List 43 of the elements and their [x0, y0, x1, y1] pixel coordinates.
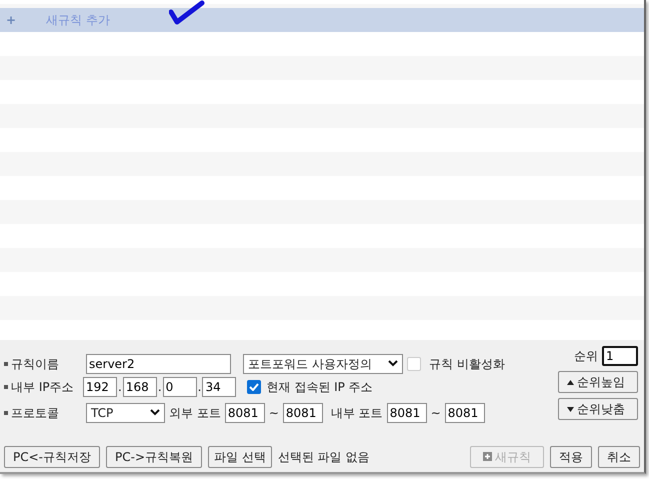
field-label: 내부 포트	[330, 404, 383, 422]
apply-button[interactable]: 적용	[550, 446, 592, 468]
plus-box-icon	[483, 452, 492, 461]
triangle-up-icon	[567, 380, 574, 384]
rule-type-dropdown[interactable]: 포트포워드 사용자정의	[243, 354, 403, 374]
dot-separator: .	[158, 378, 162, 396]
port-field[interactable]: 8081	[386, 402, 427, 422]
ip-octet-field[interactable]: 192	[83, 376, 117, 396]
field-label: 프로토콜	[4, 404, 82, 422]
triangle-down-icon	[567, 406, 574, 412]
tilde-separator: ~	[268, 404, 279, 422]
priority-label: 순위	[574, 348, 598, 365]
file-status: 선택된 파일 없음	[278, 448, 370, 466]
ip-octet-field[interactable]: 0	[162, 376, 197, 396]
field-label: 외부 포트	[169, 404, 221, 422]
protocol-dropdown[interactable]: TCP	[86, 402, 165, 422]
chevron-down-icon	[388, 360, 398, 367]
restore-rules-button[interactable]: PC->규칙복원	[106, 446, 202, 468]
chevron-down-icon	[150, 409, 160, 416]
priority-field[interactable]: 1	[602, 346, 638, 366]
ip-octet-field[interactable]: 34	[202, 376, 236, 396]
raise-priority-button[interactable]: 순위높임	[558, 371, 638, 393]
checkbox-label: 규칙 비활성화	[429, 356, 505, 372]
save-rules-button[interactable]: PC<-규칙저장	[4, 446, 100, 468]
rule-name-field[interactable]: server2	[86, 354, 231, 374]
port-field[interactable]: 8081	[444, 402, 485, 422]
lower-priority-button[interactable]: 순위낮춤	[558, 398, 638, 420]
disable-checkbox[interactable]	[407, 356, 421, 370]
rule-label: 새규칙 추가	[46, 12, 110, 29]
dot-separator: .	[198, 378, 202, 396]
ip-octet-field[interactable]: 168	[122, 376, 157, 396]
current-ip-checkbox[interactable]	[247, 380, 262, 394]
checkmark-drawing	[169, 0, 205, 26]
checkbox-label: 현재 접속된 IP 주소	[266, 378, 373, 396]
field-label: 규칙이름	[4, 354, 82, 372]
dot-separator: .	[118, 378, 122, 396]
port-field[interactable]: 8081	[224, 402, 265, 422]
tilde-separator: ~	[430, 404, 441, 422]
field-label: 내부 IP주소	[4, 378, 82, 396]
plus-icon: +	[0, 11, 46, 29]
choose-file-button[interactable]: 파일 선택	[208, 446, 272, 468]
cancel-button[interactable]: 취소	[598, 446, 640, 468]
port-field[interactable]: 8081	[282, 402, 323, 422]
